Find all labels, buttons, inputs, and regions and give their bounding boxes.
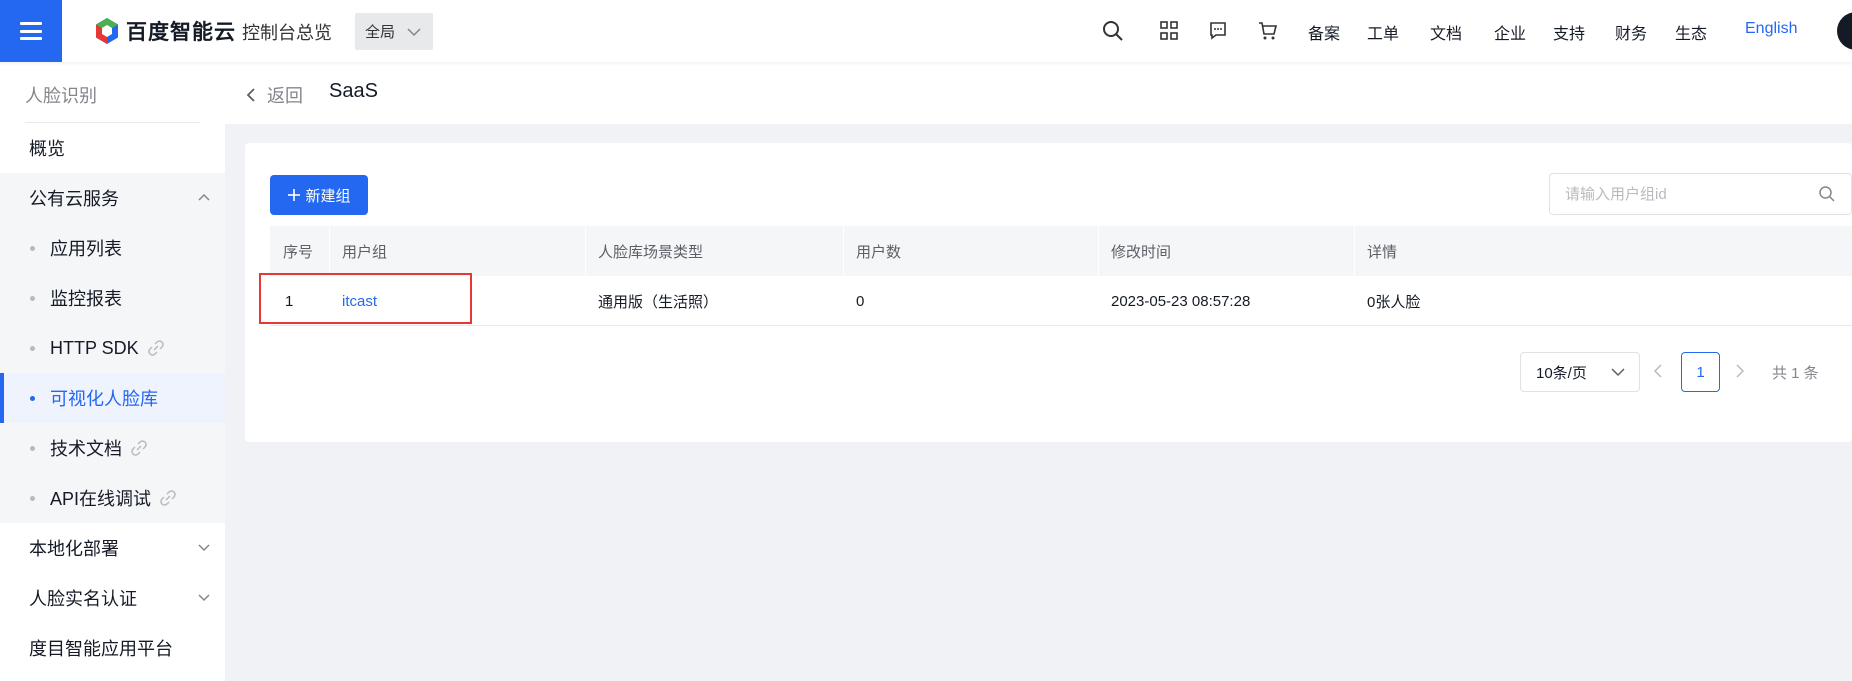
- sidebar-item-label: 技术文档: [50, 439, 122, 459]
- sidebar-item-realname-auth[interactable]: 人脸实名认证: [0, 573, 225, 623]
- sidebar-item-local-deploy[interactable]: 本地化部署: [0, 523, 225, 573]
- cell-user-group-link[interactable]: itcast: [342, 276, 377, 326]
- plus-icon: [288, 189, 301, 201]
- sidebar-item-label: 应用列表: [50, 239, 122, 259]
- sidebar-item-api-debug[interactable]: API在线调试: [0, 473, 225, 523]
- column-divider: [329, 226, 330, 276]
- chevron-down-icon: [407, 27, 421, 36]
- back-label: 返回: [267, 86, 303, 106]
- bullet-dot: [30, 345, 35, 351]
- sidebar-item-label: 度目智能应用平台: [29, 639, 173, 659]
- sidebar-item-overview[interactable]: 概览: [0, 123, 225, 173]
- bullet-dot: [30, 395, 35, 401]
- next-page-icon[interactable]: [1734, 362, 1746, 380]
- sidebar-item-label: API在线调试: [50, 489, 152, 509]
- user-group-card: 新建组 序号 用户组 人脸库场景类型 用户数 修改时间 详情 1 itcast …: [245, 143, 1852, 442]
- column-divider: [1098, 226, 1099, 276]
- cell-index: 1: [285, 292, 294, 310]
- column-header-index: 序号: [283, 243, 314, 261]
- sidebar-item-label: 概览: [29, 139, 65, 159]
- sidebar-item-public-cloud[interactable]: 公有云服务: [0, 173, 225, 223]
- menu-icon: [20, 22, 42, 40]
- column-divider: [1354, 226, 1355, 276]
- user-group-search: [1549, 173, 1852, 215]
- bullet-dot: [30, 445, 35, 451]
- column-header-user-count: 用户数: [856, 243, 902, 261]
- sidebar-item-tech-docs[interactable]: 技术文档: [0, 423, 225, 473]
- sidebar-item-platform[interactable]: 度目智能应用平台: [0, 623, 225, 673]
- column-divider: [843, 226, 844, 276]
- chevron-up-icon: [198, 193, 210, 201]
- bullet-dot: [30, 245, 35, 251]
- link-icon: [131, 440, 147, 456]
- nav-enterprise[interactable]: 企业: [1494, 20, 1526, 44]
- sidebar-item-label: 人脸实名认证: [29, 589, 137, 609]
- sidebar-item-monitor-report[interactable]: 监控报表: [0, 273, 225, 323]
- new-group-button[interactable]: 新建组: [270, 175, 368, 215]
- column-header-details: 详情: [1367, 243, 1398, 261]
- nav-beian[interactable]: 备案: [1308, 20, 1340, 44]
- brand-logo[interactable]: 百度智能云: [94, 16, 236, 46]
- language-switch[interactable]: English: [1745, 20, 1797, 38]
- back-button[interactable]: 返回: [245, 82, 303, 108]
- sidebar-item-label: 可视化人脸库: [50, 389, 158, 409]
- region-select[interactable]: 全局: [355, 13, 433, 50]
- nav-ecosystem[interactable]: 生态: [1675, 20, 1707, 44]
- cell-user-count: 0: [856, 292, 865, 310]
- top-bar: 百度智能云 控制台总览 全局 备案 工单 文档 企业 支持 财务 生态 Engl…: [0, 0, 1852, 62]
- region-value: 全局: [365, 24, 396, 41]
- brand-name: 百度智能云: [126, 21, 236, 44]
- prev-page-icon[interactable]: [1652, 362, 1664, 380]
- search-input[interactable]: [1565, 185, 1805, 203]
- cell-details: 0张人脸: [1367, 293, 1421, 311]
- chevron-down-icon: [1611, 368, 1625, 377]
- sidebar-item-label: 本地化部署: [29, 539, 119, 559]
- cart-icon[interactable]: [1258, 21, 1278, 41]
- page-title: SaaS: [329, 80, 378, 102]
- page-size-select[interactable]: 10条/页: [1520, 352, 1640, 392]
- total-count: 共 1 条: [1772, 365, 1819, 382]
- nav-support[interactable]: 支持: [1553, 20, 1585, 44]
- chevron-down-icon: [198, 544, 210, 552]
- cell-modified-time: 2023-05-23 08:57:28: [1111, 292, 1251, 310]
- bullet-dot: [30, 495, 35, 501]
- page-size-value: 10条/页: [1536, 364, 1587, 382]
- sidebar-item-app-list[interactable]: 应用列表: [0, 223, 225, 273]
- link-icon: [160, 490, 176, 506]
- brand-logo-icon: [96, 18, 118, 44]
- avatar[interactable]: [1837, 12, 1852, 50]
- page-number-button[interactable]: 1: [1681, 352, 1720, 392]
- table-header: 序号 用户组 人脸库场景类型 用户数 修改时间 详情: [270, 226, 1852, 276]
- table-row: 1 itcast 通用版（生活照） 0 2023-05-23 08:57:28 …: [270, 276, 1852, 326]
- cell-scene-type: 通用版（生活照）: [598, 293, 719, 311]
- column-header-user-group: 用户组: [342, 243, 388, 261]
- column-divider: [585, 226, 586, 276]
- sidebar-title: 人脸识别: [25, 86, 97, 106]
- sidebar: 人脸识别 概览 公有云服务 应用列表 监控报表 HTTP SDK 可视化人脸库 …: [0, 62, 225, 681]
- nav-ticket[interactable]: 工单: [1367, 20, 1399, 44]
- nav-finance[interactable]: 财务: [1615, 20, 1647, 44]
- sidebar-item-label: 监控报表: [50, 289, 122, 309]
- sidebar-item-face-library[interactable]: 可视化人脸库: [0, 373, 225, 423]
- chevron-down-icon: [198, 594, 210, 602]
- search-icon[interactable]: [1102, 20, 1124, 42]
- column-header-scene-type: 人脸库场景类型: [598, 243, 704, 261]
- link-icon: [147, 340, 164, 356]
- bullet-dot: [30, 295, 35, 301]
- message-icon[interactable]: [1209, 21, 1227, 41]
- new-group-label: 新建组: [305, 187, 351, 205]
- search-icon[interactable]: [1818, 185, 1836, 203]
- console-overview-link[interactable]: 控制台总览: [242, 19, 332, 45]
- sidebar-item-label: HTTP SDK: [50, 337, 139, 358]
- menu-button[interactable]: [0, 0, 62, 62]
- apps-icon[interactable]: [1160, 21, 1178, 41]
- column-header-modified-time: 修改时间: [1111, 243, 1172, 261]
- nav-docs[interactable]: 文档: [1430, 20, 1462, 44]
- sidebar-item-label: 公有云服务: [29, 189, 119, 209]
- sidebar-item-http-sdk[interactable]: HTTP SDK: [0, 323, 225, 373]
- back-arrow-icon: [246, 88, 255, 102]
- breadcrumb: 返回 SaaS: [225, 62, 1852, 124]
